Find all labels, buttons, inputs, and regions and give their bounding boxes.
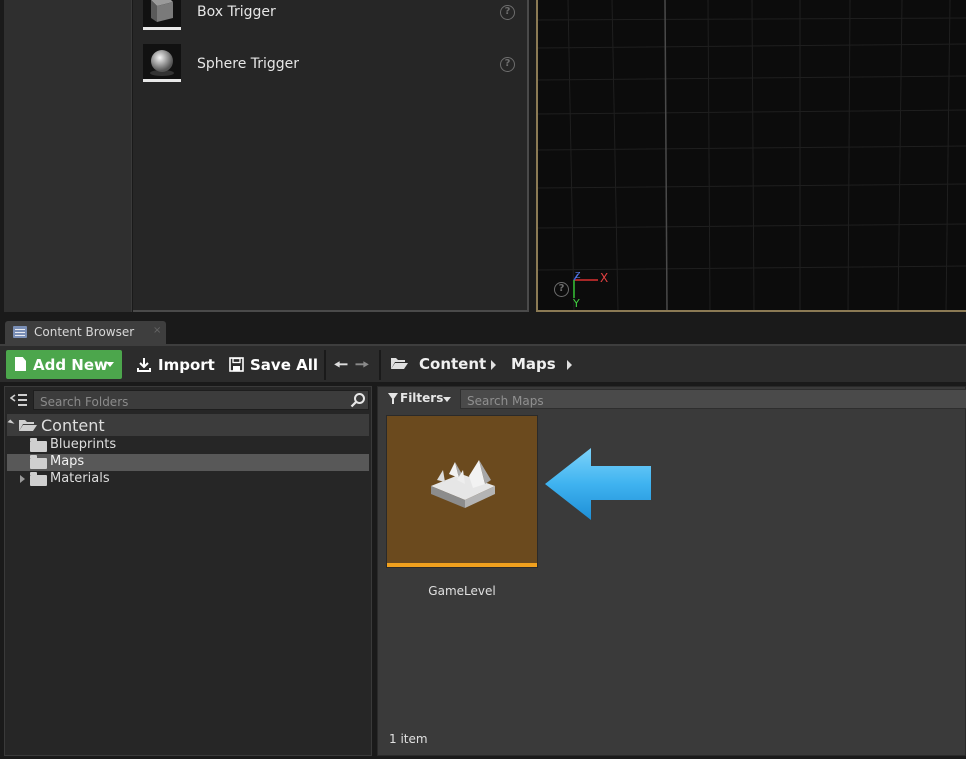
- callout-arrow-icon: [545, 448, 651, 520]
- toolbar-divider: [379, 350, 381, 380]
- new-file-icon: [15, 357, 26, 371]
- sphere-trigger-icon: [143, 44, 181, 82]
- place-item-sphere-trigger[interactable]: Sphere Trigger ?: [143, 44, 523, 84]
- import-button[interactable]: Import: [136, 350, 215, 379]
- help-icon[interactable]: ?: [500, 57, 515, 72]
- search-folders-input[interactable]: [34, 393, 368, 411]
- tree-item-maps[interactable]: Maps: [7, 454, 369, 471]
- axis-x-label: X: [600, 271, 609, 285]
- close-icon[interactable]: ×: [153, 325, 161, 336]
- folder-open-icon: [19, 420, 37, 431]
- tree-item-label: Content: [41, 416, 105, 435]
- box-trigger-icon: [143, 0, 181, 30]
- folder-icon: [30, 438, 47, 452]
- search-folders-field[interactable]: [33, 390, 369, 411]
- search-assets-input[interactable]: [461, 392, 966, 410]
- content-browser-toolbar: Add New Import Save All 🠔 🠖 Content Maps: [0, 344, 966, 382]
- place-item-label: Box Trigger: [197, 4, 276, 20]
- toolbar-divider: [324, 350, 326, 380]
- tree-item-blueprints[interactable]: Blueprints: [7, 437, 369, 454]
- folder-tree-panel: Content Blueprints Maps Materials: [4, 386, 372, 756]
- add-new-label: Add New: [33, 356, 108, 374]
- asset-tile-gamelevel[interactable]: [386, 415, 538, 568]
- save-icon: [229, 357, 244, 372]
- tab-label: Content Browser: [34, 325, 135, 339]
- tree-item-content[interactable]: Content: [7, 414, 369, 436]
- folder-icon: [30, 472, 47, 486]
- filters-label: Filters: [400, 391, 444, 405]
- breadcrumb-separator-icon[interactable]: [567, 360, 572, 370]
- collapsed-arrow-icon[interactable]: [20, 475, 25, 483]
- breadcrumb-maps[interactable]: Maps: [511, 355, 556, 373]
- search-assets-field[interactable]: [460, 389, 966, 410]
- asset-name-label: GameLevel: [428, 584, 496, 598]
- tab-content-browser[interactable]: Content Browser ×: [5, 321, 166, 344]
- save-all-label: Save All: [250, 356, 318, 374]
- viewport-grid: [538, 0, 966, 310]
- folder-open-icon: [391, 358, 408, 369]
- add-new-button[interactable]: Add New: [6, 350, 122, 379]
- expanded-arrow-icon[interactable]: [7, 419, 15, 427]
- sources-toggle-icon[interactable]: [10, 392, 28, 408]
- forward-arrow-icon[interactable]: 🠖: [355, 354, 369, 381]
- search-icon: [350, 393, 365, 408]
- save-all-button[interactable]: Save All: [229, 350, 318, 379]
- map-asset-icon: [431, 460, 495, 508]
- tree-item-label: Blueprints: [50, 437, 117, 452]
- tree-item-label: Materials: [50, 471, 110, 486]
- modes-category-column: [4, 0, 132, 312]
- breadcrumb-separator-icon[interactable]: [491, 360, 496, 370]
- place-item-label: Sphere Trigger: [197, 56, 300, 72]
- breadcrumb-content[interactable]: Content: [419, 355, 486, 373]
- tree-item-materials[interactable]: Materials: [7, 471, 369, 488]
- chevron-down-icon: [443, 397, 451, 402]
- axis-y-label: Y: [573, 297, 580, 310]
- place-item-box-trigger[interactable]: Box Trigger ?: [143, 0, 523, 32]
- level-viewport[interactable]: ? X Y Z: [536, 0, 966, 312]
- content-browser-icon: [13, 326, 27, 338]
- folder-icon: [30, 455, 47, 469]
- asset-view-panel: Filters GameLevel 1 item: [377, 386, 966, 756]
- content-browser-tabbar: Content Browser ×: [0, 318, 966, 344]
- item-count-label: 1 item: [389, 732, 428, 746]
- place-actors-list: Box Trigger ? Sphere Trigger ?: [133, 0, 529, 312]
- asset-type-bar: [387, 563, 537, 567]
- tree-item-label: Maps: [50, 454, 85, 469]
- back-arrow-icon[interactable]: 🠔: [334, 354, 348, 381]
- help-icon[interactable]: ?: [500, 5, 515, 20]
- import-label: Import: [158, 356, 215, 374]
- axis-z-label: Z: [575, 271, 581, 280]
- import-icon: [137, 358, 151, 372]
- filter-icon-stem: [392, 399, 394, 404]
- chevron-down-icon: [106, 362, 114, 367]
